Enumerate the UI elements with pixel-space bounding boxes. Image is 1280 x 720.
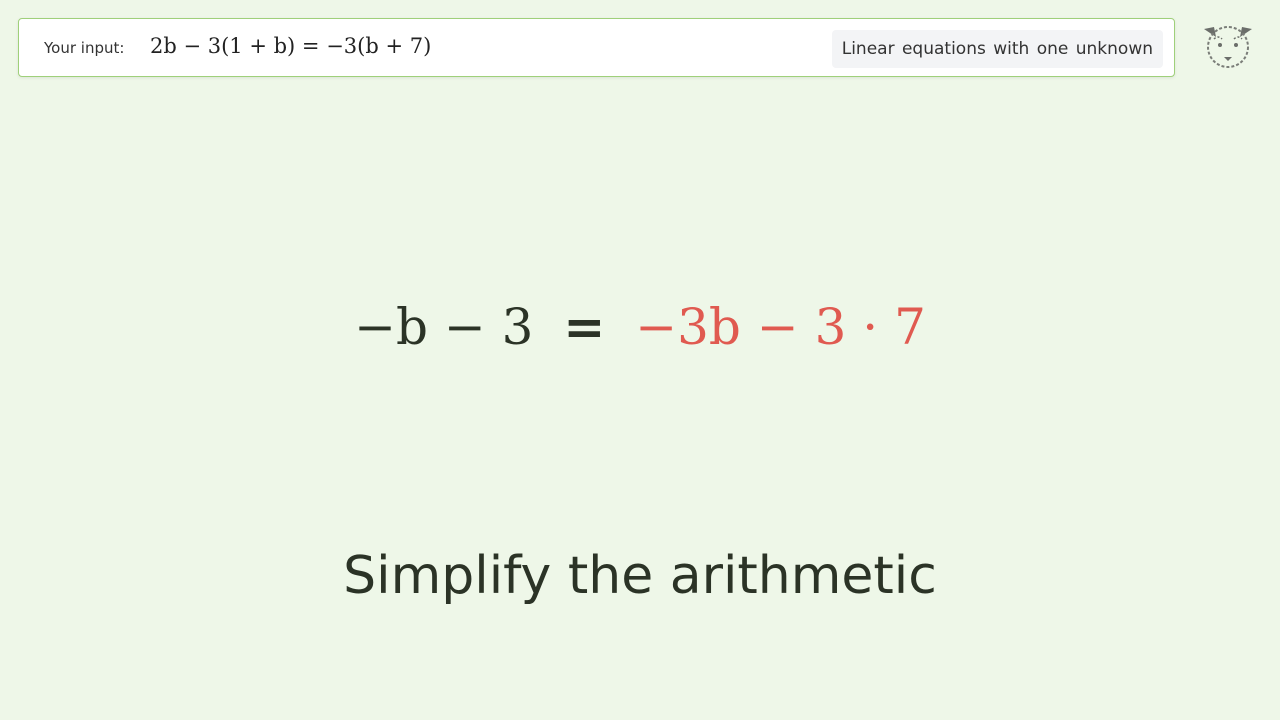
input-label: Your input:	[44, 39, 125, 57]
equation-lhs: −b − 3	[354, 298, 534, 356]
category-badge[interactable]: Linear equations with one unknown	[831, 30, 1163, 68]
input-expression: 2b − 3(1 + b) = −3(b + 7)	[150, 34, 432, 58]
equals-sign: =	[563, 298, 606, 356]
equation-rhs: −3b − 3 · 7	[635, 298, 926, 356]
leopard-head-icon	[1200, 25, 1256, 71]
step-title: Simplify the arithmetic	[343, 546, 937, 606]
equation: −b − 3 = −3b − 3 · 7	[0, 298, 1280, 356]
input-bar: Your input: 2b − 3(1 + b) = −3(b + 7) Li…	[18, 18, 1175, 77]
